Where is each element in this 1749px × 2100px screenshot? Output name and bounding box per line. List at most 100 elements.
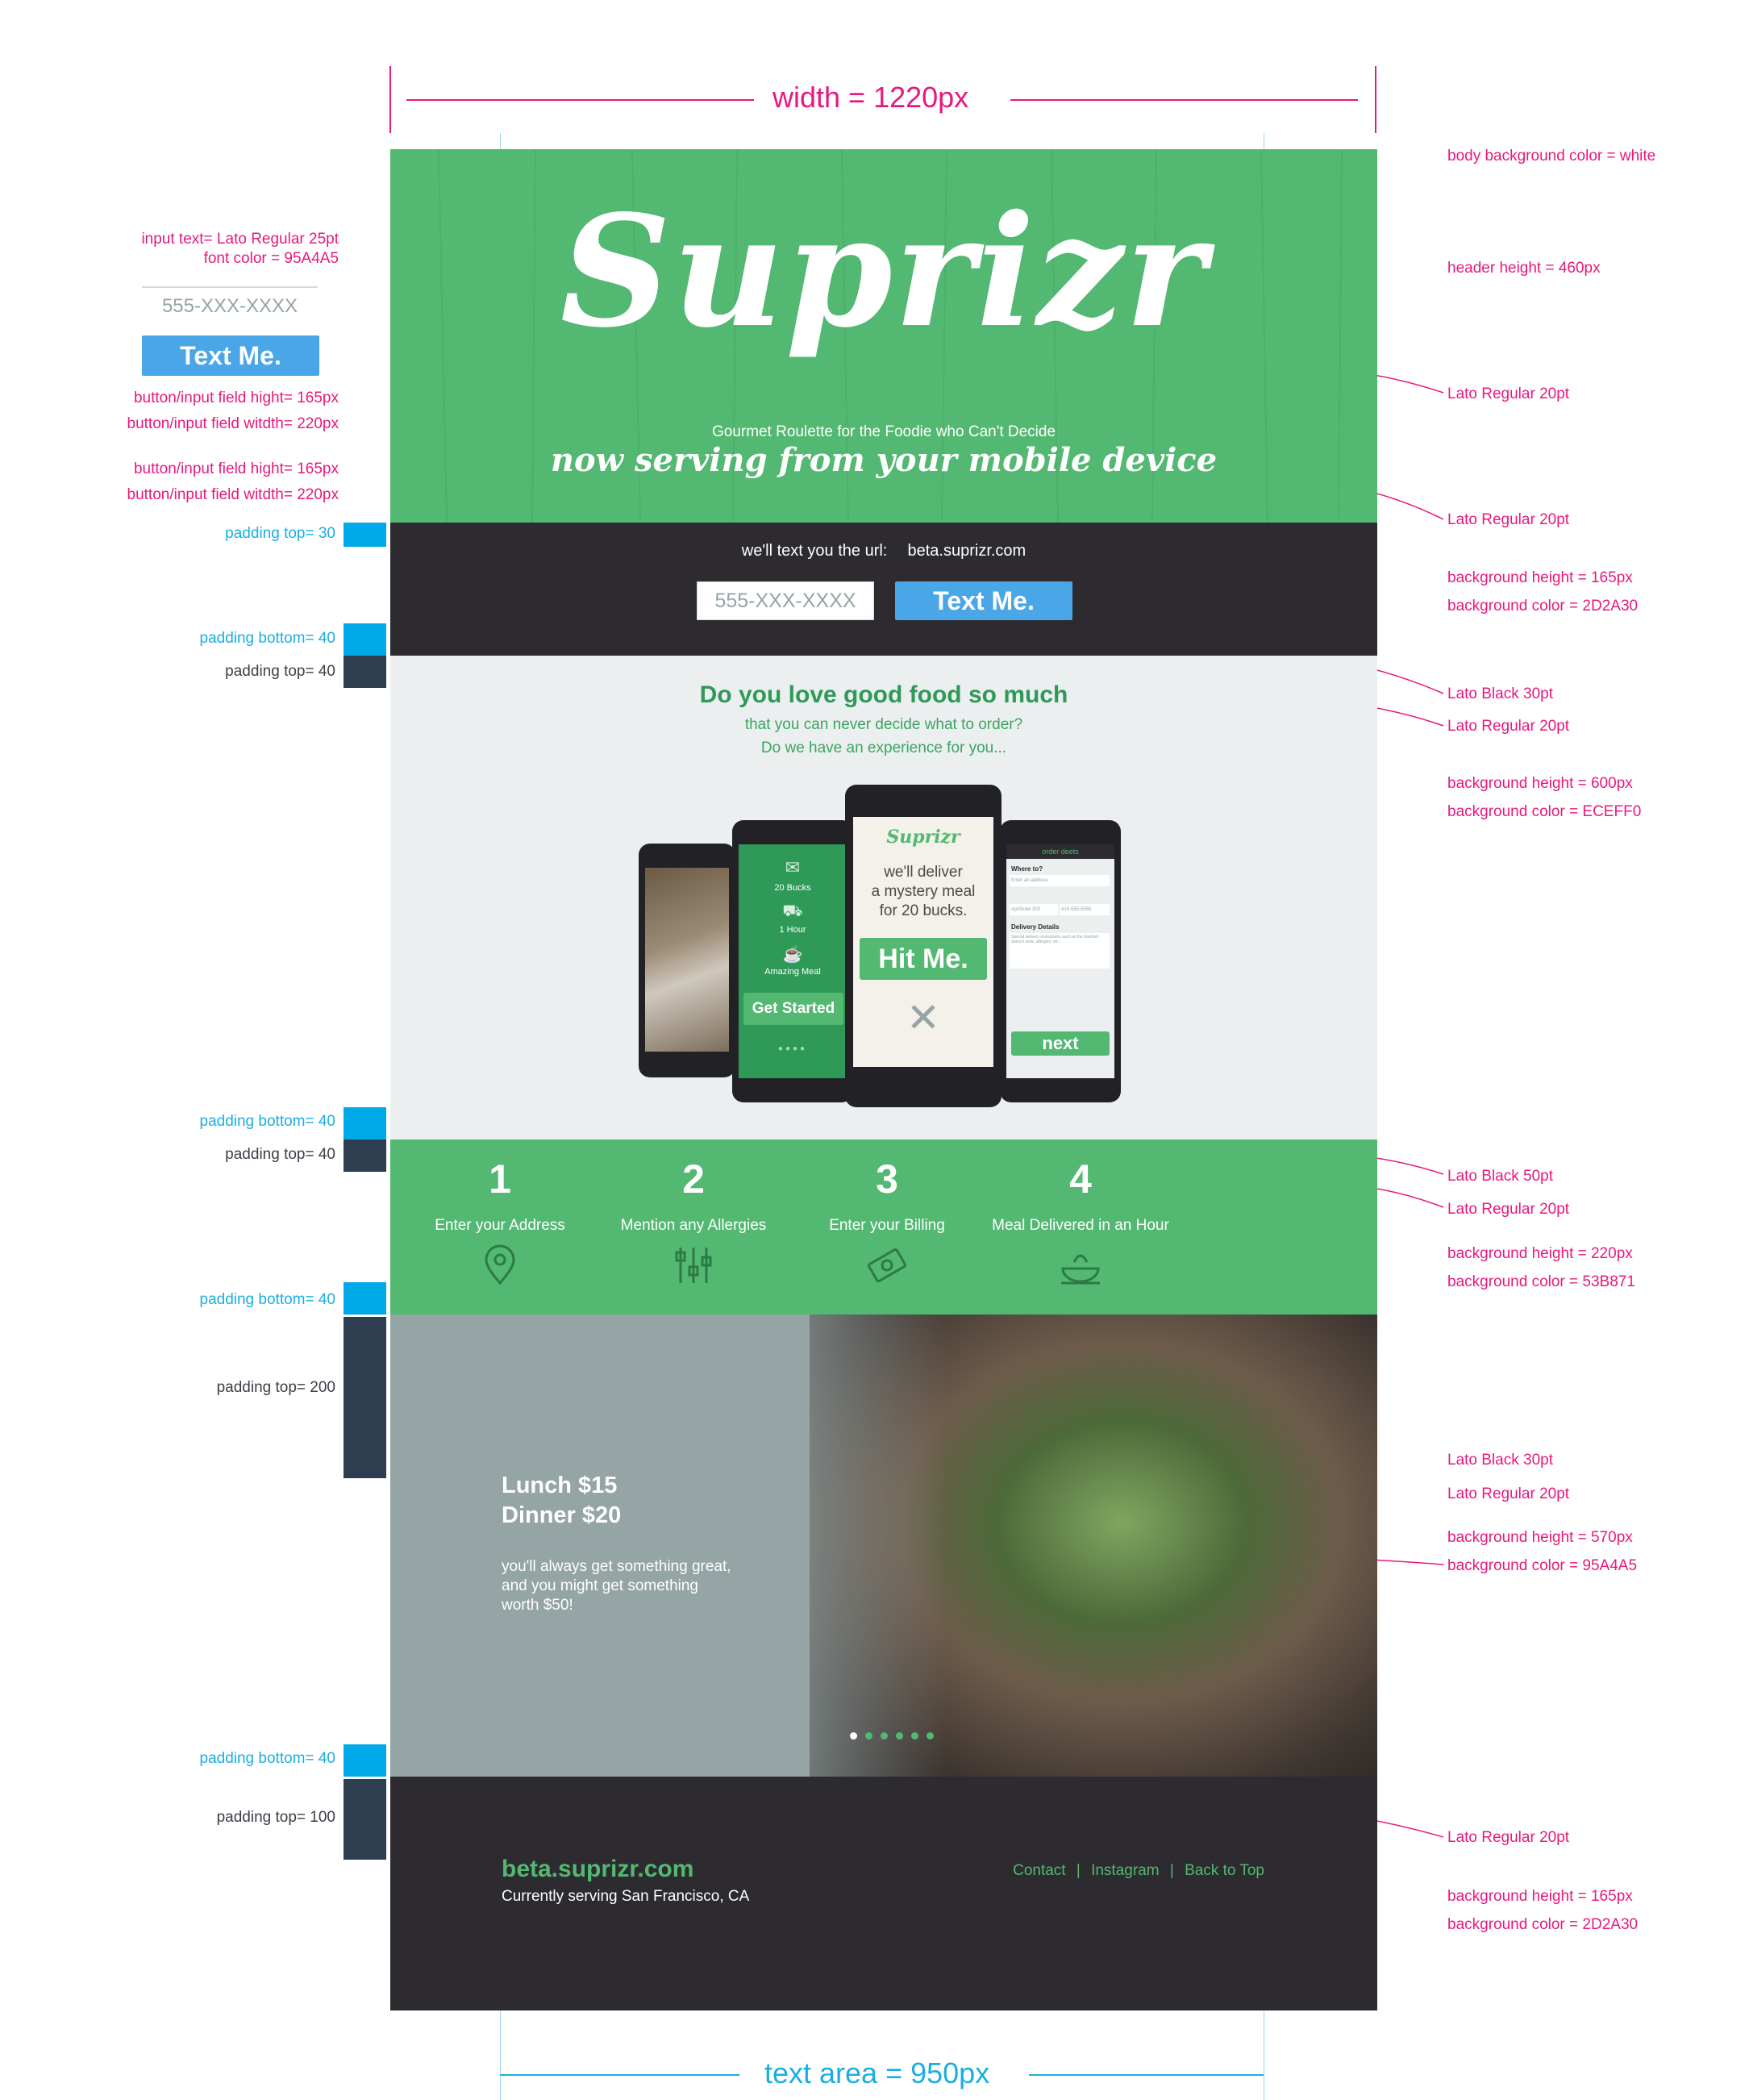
deliver-line1: we'll deliver bbox=[884, 864, 963, 881]
intro-section: Do you love good food so much that you c… bbox=[390, 656, 1377, 1140]
delivery-details-label: Delivery Details bbox=[1011, 923, 1060, 931]
footer-link-instagram[interactable]: Instagram bbox=[1091, 1862, 1159, 1879]
annotation-font: Lato Regular 20pt bbox=[1447, 1201, 1570, 1218]
annotation-bg-height: background height = 600px bbox=[1447, 775, 1633, 792]
sample-input-placeholder: 555-XXX-XXXX bbox=[161, 295, 298, 317]
tagline: Gourmet Roulette for the Foodie who Can'… bbox=[711, 423, 1056, 440]
phone-field[interactable]: 415-555-5555 bbox=[1060, 904, 1110, 915]
annotation-bg-height: background height = 570px bbox=[1447, 1529, 1633, 1546]
footer-url[interactable]: beta.suprizr.com bbox=[502, 1856, 693, 1883]
sample-text-me-button: Text Me. bbox=[142, 335, 319, 376]
feature-amazing-meal: Amazing Meal bbox=[764, 967, 821, 977]
promo-section: Lunch $15 Dinner $20 you'll always get s… bbox=[390, 1315, 1377, 1777]
padding-swatch bbox=[344, 1107, 386, 1140]
step-2-number: 2 bbox=[682, 1156, 705, 1202]
width-label: width = 1220px bbox=[772, 81, 969, 114]
truck-icon: ⛟ bbox=[782, 902, 803, 920]
hit-me-screen: Suprizr we'll deliver a mystery meal for… bbox=[853, 817, 993, 1067]
annotation-font: Lato Regular 20pt bbox=[1447, 385, 1570, 402]
step-3-number: 3 bbox=[876, 1156, 898, 1202]
annotation-font: Lato Black 50pt bbox=[1447, 1168, 1553, 1185]
carousel-dots[interactable] bbox=[850, 1732, 934, 1740]
padding-swatch bbox=[344, 1744, 386, 1777]
food-photo bbox=[645, 868, 729, 1052]
feature-20-bucks: 20 Bucks bbox=[774, 883, 811, 893]
money-icon: ✉ bbox=[785, 857, 801, 877]
step-4-label: Meal Delivered in an Hour bbox=[992, 1217, 1169, 1234]
url-bar: we'll text you the url: beta.suprizr.com… bbox=[390, 523, 1377, 656]
step-2-label: Mention any Allergies bbox=[620, 1217, 767, 1234]
annotation-padding-top-30: padding top= 30 bbox=[225, 525, 335, 542]
annotation-font: Lato Regular 20pt bbox=[1447, 1485, 1570, 1502]
next-button[interactable]: next bbox=[1011, 1031, 1110, 1056]
annotation-padding-top-200: padding top= 200 bbox=[216, 1379, 335, 1396]
annotation-font: Lato Regular 20pt bbox=[1447, 511, 1570, 528]
annotation-bg-height: background height = 220px bbox=[1447, 1245, 1633, 1262]
padding-swatch bbox=[344, 1317, 386, 1478]
padding-swatch bbox=[344, 1779, 386, 1860]
money-icon bbox=[867, 1248, 907, 1283]
phone-mockup-photo bbox=[639, 844, 735, 1077]
apt-input[interactable]: Apt/Suite 300 bbox=[1010, 904, 1058, 915]
annotation-btn-width-1: button/input field witdth= 220px bbox=[127, 415, 339, 432]
footer-separator: | bbox=[1169, 1862, 1174, 1879]
annotation-body-bg: body background color = white bbox=[1447, 148, 1656, 165]
dinner-price: Dinner $20 bbox=[502, 1502, 622, 1528]
step-3-label: Enter your Billing bbox=[829, 1217, 945, 1234]
promo-line1: you'll always get something great, bbox=[502, 1558, 731, 1575]
annotation-padding-top-40-b: padding top= 40 bbox=[225, 1146, 335, 1163]
footer-link-contact[interactable]: Contact bbox=[1013, 1862, 1065, 1879]
annotation-btn-height-2: button/input field hight= 165px bbox=[133, 460, 339, 477]
padding-swatch bbox=[344, 1282, 386, 1315]
deliver-line3: for 20 bucks. bbox=[879, 902, 968, 919]
features-screen: ✉ 20 Bucks ⛟ 1 Hour ☕ Amazing Meal Get S… bbox=[739, 844, 847, 1078]
phone-mockup-hit-me: Suprizr we'll deliver a mystery meal for… bbox=[845, 785, 1002, 1107]
annotation-bg-height: background height = 165px bbox=[1447, 569, 1633, 586]
feature-1-hour: 1 Hour bbox=[779, 925, 806, 935]
footer-links: Contact | Instagram | Back to Top bbox=[1011, 1862, 1264, 1880]
annotation-padding-bottom-40-a: padding bottom= 40 bbox=[199, 630, 336, 647]
phone-input-placeholder: 555-XXX-XXXX bbox=[714, 590, 856, 612]
annotation-font: Lato Black 30pt bbox=[1447, 685, 1553, 702]
url-text: beta.suprizr.com bbox=[907, 542, 1026, 560]
hit-me-button[interactable]: Hit Me. bbox=[860, 938, 987, 980]
annotation-font: Lato Black 30pt bbox=[1447, 1452, 1553, 1469]
padding-swatch bbox=[344, 523, 386, 547]
phone-input[interactable]: 555-XXX-XXXX bbox=[697, 581, 874, 620]
annotation-padding-top-40-a: padding top= 40 bbox=[225, 663, 335, 680]
annotation-bg-height: background height = 165px bbox=[1447, 1888, 1633, 1905]
get-started-button[interactable]: Get Started bbox=[743, 993, 843, 1025]
annotation-padding-bottom-40-c: padding bottom= 40 bbox=[199, 1291, 336, 1308]
subtitle: now serving from your mobile device bbox=[550, 441, 1218, 479]
order-deets-title: order deets bbox=[1006, 844, 1114, 859]
padding-swatch bbox=[344, 1140, 386, 1172]
lunch-price: Lunch $15 bbox=[502, 1473, 618, 1498]
delivery-details-input[interactable]: Special delivery instructions such as th… bbox=[1010, 933, 1110, 969]
annotation-bg-color: background color = ECEFF0 bbox=[1447, 803, 1642, 820]
address-input[interactable]: Enter an address bbox=[1010, 875, 1110, 886]
url-prompt: we'll text you the url: bbox=[741, 542, 888, 560]
annotation-bg-color: background color = 95A4A5 bbox=[1447, 1557, 1638, 1574]
annotation-padding-top-100: padding top= 100 bbox=[216, 1809, 335, 1826]
step-4-number: 4 bbox=[1069, 1156, 1092, 1202]
promo-line3: worth $50! bbox=[502, 1597, 573, 1614]
fork-knife-icon: ✕ bbox=[906, 995, 940, 1040]
padding-swatch bbox=[344, 656, 386, 688]
annotation-bg-color: background color = 2D2A30 bbox=[1447, 598, 1639, 615]
food-icon: ☕ bbox=[782, 946, 803, 964]
footer-serving: Currently serving San Francisco, CA bbox=[502, 1888, 750, 1905]
annotation-btn-height-1: button/input field hight= 165px bbox=[133, 390, 339, 406]
text-me-button[interactable]: Text Me. bbox=[895, 581, 1072, 620]
header: Suprizr Gourmet Roulette for the Foodie … bbox=[390, 149, 1377, 523]
where-to-label: Where to? bbox=[1011, 865, 1043, 873]
phone-mockup-features: ✉ 20 Bucks ⛟ 1 Hour ☕ Amazing Meal Get S… bbox=[732, 820, 853, 1102]
annotation-padding-bottom-40-b: padding bottom= 40 bbox=[199, 1113, 336, 1130]
annotation-font: Lato Regular 20pt bbox=[1447, 718, 1570, 735]
map-pin-icon bbox=[485, 1244, 515, 1285]
annotation-btn-width-2: button/input field witdth= 220px bbox=[127, 486, 339, 503]
phone-mockup-order-form: order deets Where to? Enter an address A… bbox=[1000, 820, 1121, 1102]
footer-link-back-to-top[interactable]: Back to Top bbox=[1185, 1862, 1264, 1879]
deliver-line2: a mystery meal bbox=[871, 883, 976, 900]
footer-separator: | bbox=[1076, 1862, 1081, 1879]
food-bowl-icon bbox=[1061, 1254, 1100, 1285]
